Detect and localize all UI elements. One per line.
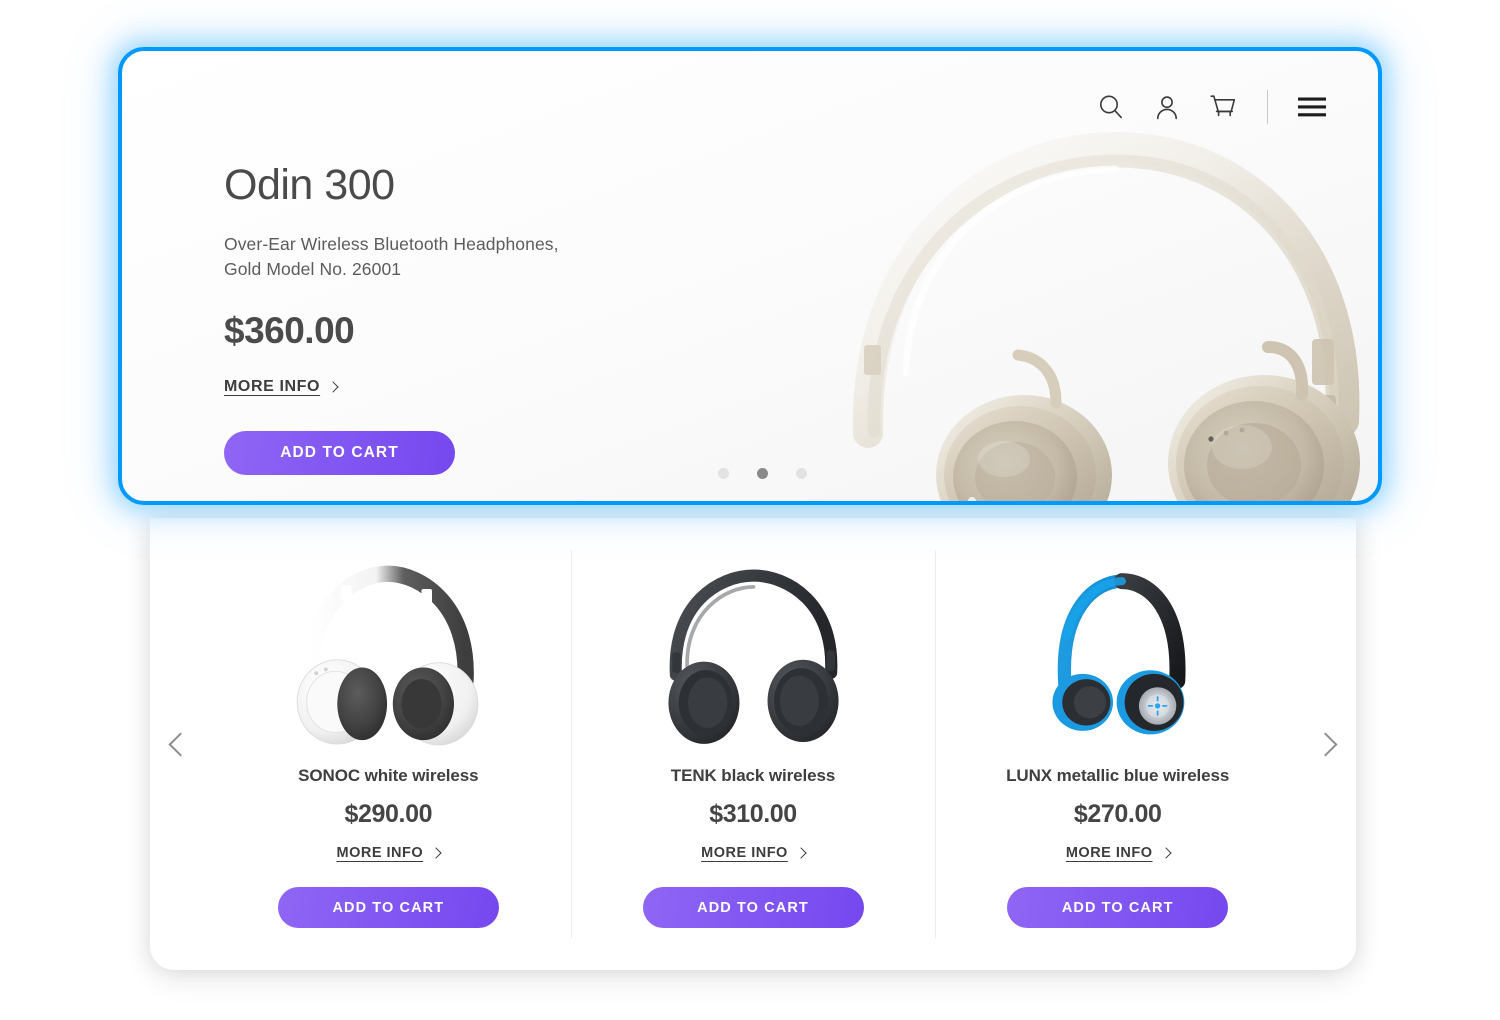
- carousel-prev-button[interactable]: [150, 731, 206, 757]
- hero-more-info-link[interactable]: MORE INFO: [224, 377, 339, 396]
- product-image-blue-headphones: [1003, 556, 1233, 756]
- product-add-to-cart-button[interactable]: ADD TO CART: [1007, 887, 1229, 928]
- hero-product-image: [756, 103, 1378, 501]
- carousel-dot-3[interactable]: [796, 468, 807, 479]
- product-price: $270.00: [1073, 800, 1162, 828]
- carousel-dot-2[interactable]: [757, 468, 768, 479]
- hero-product-info: Odin 300 Over-Ear Wireless Bluetooth Hea…: [224, 161, 784, 475]
- product-card[interactable]: SONOC white wireless $290.00 MORE INFO A…: [206, 550, 571, 938]
- hero-product-card[interactable]: Odin 300 Over-Ear Wireless Bluetooth Hea…: [118, 47, 1382, 505]
- hero-more-info-label: MORE INFO: [224, 377, 321, 395]
- product-card[interactable]: TENK black wireless $310.00 MORE INFO AD…: [570, 550, 936, 938]
- chevron-right-icon: [795, 847, 807, 859]
- product-more-info-label: MORE INFO: [1065, 845, 1153, 861]
- header-toolbar: [1083, 79, 1340, 135]
- product-carousel: SONOC white wireless $290.00 MORE INFO A…: [150, 518, 1356, 970]
- product-price: $290.00: [344, 800, 433, 828]
- hero-subtitle: Over-Ear Wireless Bluetooth Headphones, …: [224, 232, 784, 282]
- carousel-next-button[interactable]: [1300, 731, 1356, 757]
- chevron-left-icon: [168, 731, 193, 757]
- product-more-info-link[interactable]: MORE INFO: [1065, 845, 1172, 861]
- hero-add-to-cart-button[interactable]: ADD TO CART: [224, 430, 455, 475]
- product-add-to-cart-button[interactable]: ADD TO CART: [277, 887, 499, 928]
- chevron-right-icon: [1313, 731, 1338, 757]
- chevron-right-icon: [1159, 847, 1172, 859]
- product-card-list: SONOC white wireless $290.00 MORE INFO A…: [206, 550, 1300, 938]
- hero-subtitle-line-2: Gold Model No. 26001: [224, 258, 402, 279]
- product-more-info-link[interactable]: MORE INFO: [336, 845, 442, 861]
- product-more-info-label: MORE INFO: [701, 845, 788, 861]
- toolbar-divider: [1267, 90, 1268, 124]
- chevron-right-icon: [327, 381, 339, 393]
- cart-icon[interactable]: [1195, 79, 1251, 135]
- page-title: Odin 300: [224, 161, 395, 209]
- product-name: TENK black wireless: [670, 766, 836, 785]
- product-name: LUNX metallic blue wireless: [1006, 766, 1230, 785]
- account-icon[interactable]: [1139, 79, 1195, 135]
- product-name: SONOC white wireless: [298, 766, 479, 785]
- search-icon[interactable]: [1083, 79, 1139, 135]
- menu-icon[interactable]: [1284, 79, 1340, 135]
- product-more-info-link[interactable]: MORE INFO: [701, 845, 807, 861]
- product-price: $310.00: [709, 800, 797, 828]
- product-image-black-headphones: [638, 556, 868, 756]
- carousel-dot-1[interactable]: [718, 468, 729, 479]
- chevron-right-icon: [430, 847, 442, 859]
- product-add-to-cart-button[interactable]: ADD TO CART: [642, 887, 864, 928]
- hero-carousel-dots: [718, 468, 807, 479]
- product-more-info-label: MORE INFO: [336, 845, 424, 861]
- hero-price: $360.00: [224, 309, 355, 351]
- product-image-white-headphones: [273, 556, 503, 756]
- product-card[interactable]: LUNX metallic blue wireless $270.00 MORE…: [935, 550, 1300, 938]
- hero-subtitle-line-1: Over-Ear Wireless Bluetooth Headphones,: [224, 234, 559, 255]
